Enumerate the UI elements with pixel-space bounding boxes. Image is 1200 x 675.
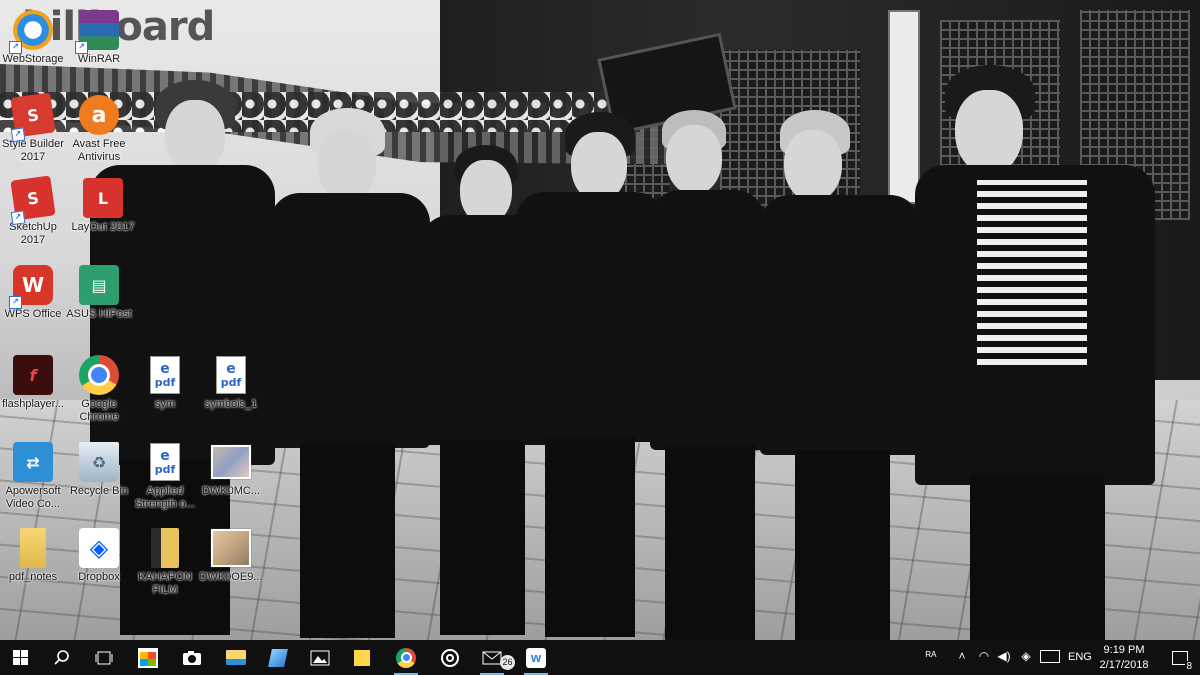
image-thumbnail-icon [211, 528, 251, 568]
apowersoft-icon: ⇄ [13, 442, 53, 482]
recycle-bin-icon: ♻ [79, 442, 119, 482]
flash-icon: f [13, 355, 53, 395]
desktop-icon-google-chrome[interactable]: Google Chrome [66, 355, 132, 439]
chevron-up-icon: ˄ [958, 649, 966, 663]
pdf-file-icon: e pdf [145, 442, 185, 482]
desktop-icon-sketchup[interactable]: S ↗ SketchUp 2017 [0, 175, 66, 262]
desktop-icon-symbols-1[interactable]: e pdf symbols_1 [198, 355, 264, 439]
start-button[interactable] [0, 640, 40, 675]
dropbox-icon: ◈ [79, 528, 119, 568]
desktop-icon-dwk0oe9[interactable]: DWK0OE9... [198, 528, 264, 612]
taskbar-wps[interactable]: w [516, 640, 556, 675]
touch-keyboard-button[interactable] [1040, 650, 1060, 664]
people-icon: ᴿᴬ [925, 649, 937, 663]
photos-icon [310, 650, 330, 665]
folder-icon [20, 528, 46, 568]
webstorage-icon: ↗ [9, 10, 53, 54]
taskbar-chrome[interactable] [386, 640, 426, 675]
store-icon [138, 647, 158, 668]
taskbar-sticky-notes[interactable] [342, 640, 382, 675]
desktop-icon-winrar[interactable]: ↗ WinRAR [66, 10, 132, 94]
dropbox-tray-button[interactable]: ◈ [1018, 649, 1034, 663]
sketchup-icon: S ↗ [10, 175, 56, 226]
taskbar-groove-music[interactable] [430, 640, 470, 675]
desktop-icon-kahapon-film[interactable]: KAHAPON FILM [132, 528, 198, 612]
search-button[interactable] [42, 640, 82, 675]
stylebuilder-icon: S ↗ [10, 92, 56, 143]
dropbox-icon: ◈ [1021, 649, 1031, 663]
avast-icon: a [79, 95, 119, 135]
show-hidden-icons-button[interactable]: ˄ [955, 649, 969, 663]
taskbar-camera[interactable] [172, 640, 212, 675]
taskbar-file-explorer[interactable] [216, 640, 256, 675]
pdf-file-icon: e pdf [145, 355, 185, 395]
keyboard-icon [1040, 650, 1060, 663]
desktop-icon-avast[interactable]: a Avast Free Antivirus [66, 95, 132, 179]
volume-button[interactable]: ◀) [996, 649, 1012, 663]
taskbar-photos[interactable] [300, 640, 340, 675]
layout-icon: L [83, 178, 123, 218]
folder-icon [151, 528, 179, 568]
input-language-indicator[interactable]: ENG [1068, 651, 1092, 663]
task-view-icon [95, 651, 113, 664]
search-icon [54, 649, 69, 665]
pdf-file-icon: e pdf [211, 355, 251, 395]
action-center-button[interactable]: 8 [1160, 640, 1200, 675]
desktop-icon-flashplayer[interactable]: f flashplayer... [0, 355, 66, 439]
clock-time: 9:19 PM [1103, 644, 1145, 656]
task-view-button[interactable] [84, 640, 124, 675]
desktop-icon-pdf-notes[interactable]: pdf_notes [0, 528, 66, 612]
desktop-icon-webstorage[interactable]: ↗ WebStorage [0, 10, 66, 94]
desktop-icon-style-builder[interactable]: S ↗ Style Builder 2017 [0, 92, 66, 179]
desktop-icon-dwk0mc[interactable]: DWK0MC... [198, 442, 264, 526]
taskbar-pinned-app[interactable] [258, 640, 298, 675]
image-thumbnail-icon [211, 442, 251, 482]
desktop-icon-layout[interactable]: L LayOut 2017 [66, 178, 140, 262]
desktop-icon-dropbox[interactable]: ◈ Dropbox [66, 528, 132, 612]
desktop-icon-recycle-bin[interactable]: ♻ Recycle Bin [66, 442, 132, 526]
blue-app-icon [268, 648, 288, 667]
people-button[interactable]: ᴿᴬ [922, 649, 940, 663]
wps-icon: W ↗ [9, 265, 53, 309]
wps-icon: w [526, 647, 546, 668]
groove-music-icon [441, 648, 459, 667]
mail-icon [482, 651, 502, 664]
notifications-icon: 8 [1172, 650, 1193, 672]
desktop-icon-asus-hipost[interactable]: ▤ ASUS HiPost [66, 265, 132, 349]
desktop-icon-applied-strength[interactable]: e pdf Applied Strength o... [132, 442, 198, 526]
clock[interactable]: 9:19 PM 2/17/2018 [1095, 643, 1153, 673]
sticky-notes-icon [354, 649, 370, 666]
camera-icon [183, 650, 201, 665]
mail-unread-badge: 26 [500, 655, 515, 670]
desktop-icon-sym[interactable]: e pdf sym [132, 355, 198, 439]
desktop-icon-apowersoft[interactable]: ⇄ Apowersoft Video Co... [0, 442, 66, 526]
file-explorer-icon [226, 650, 246, 665]
chrome-icon [79, 355, 119, 395]
speaker-icon: ◀) [997, 649, 1011, 663]
wifi-icon: ◠ [978, 649, 990, 663]
notification-count: 8 [1185, 660, 1193, 672]
chrome-icon [396, 647, 416, 668]
windows-start-icon [12, 650, 28, 665]
taskbar-store[interactable] [128, 640, 168, 675]
asus-hipost-icon: ▤ [79, 265, 119, 305]
network-button[interactable]: ◠ [976, 649, 992, 663]
clock-date: 2/17/2018 [1099, 659, 1149, 671]
desktop-icon-wps-office[interactable]: W ↗ WPS Office [0, 265, 66, 349]
wallpaper-plaque [888, 10, 920, 204]
winrar-icon: ↗ [75, 10, 119, 54]
